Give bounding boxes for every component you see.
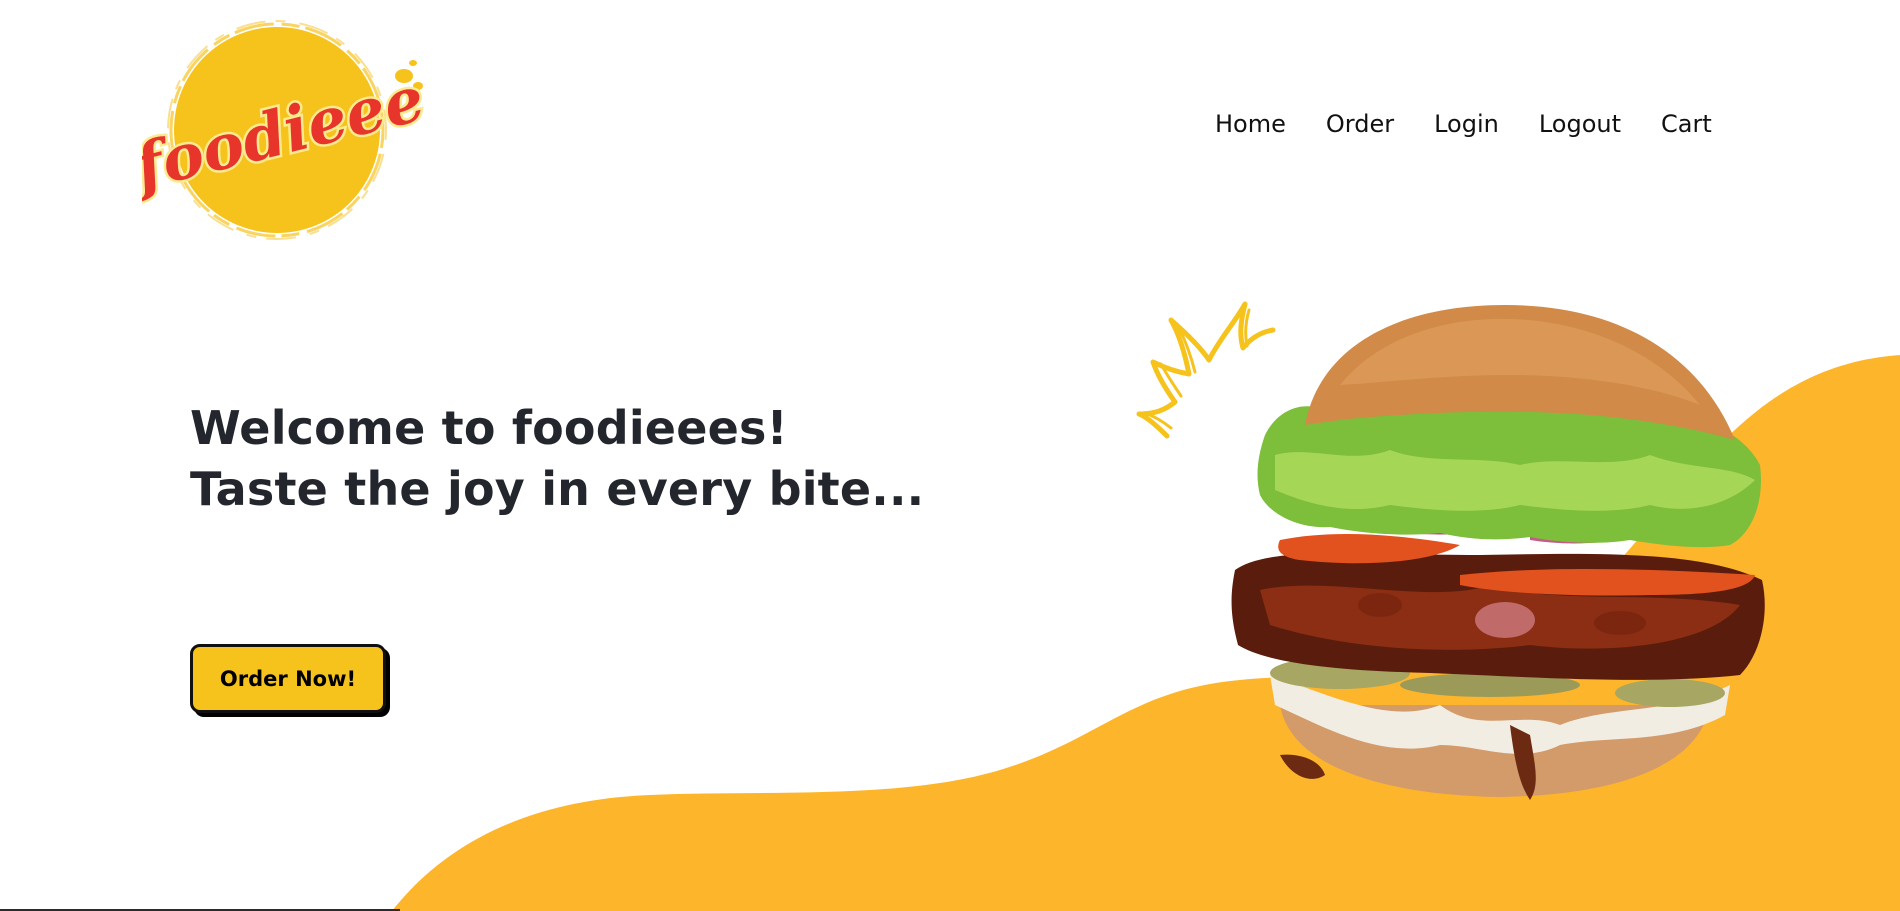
nav-cart[interactable]: Cart xyxy=(1661,106,1712,142)
brand-logo[interactable]: foodieee xyxy=(121,18,434,240)
landing-page: foodieee Home Order Login Logout Cart We… xyxy=(0,0,1900,911)
hero-line-2: Taste the joy in every bite... xyxy=(190,462,925,516)
nav-order[interactable]: Order xyxy=(1326,106,1394,142)
hero-line-1: Welcome to foodieees! xyxy=(190,401,788,455)
hero-heading: Welcome to foodieees! Taste the joy in e… xyxy=(190,398,924,520)
nav-login[interactable]: Login xyxy=(1434,106,1499,142)
burger-image xyxy=(1231,305,1765,800)
main-nav: Home Order Login Logout Cart xyxy=(1215,106,1712,142)
nav-home[interactable]: Home xyxy=(1215,106,1286,142)
order-now-button[interactable]: Order Now! xyxy=(190,644,386,713)
nav-logout[interactable]: Logout xyxy=(1539,106,1621,142)
